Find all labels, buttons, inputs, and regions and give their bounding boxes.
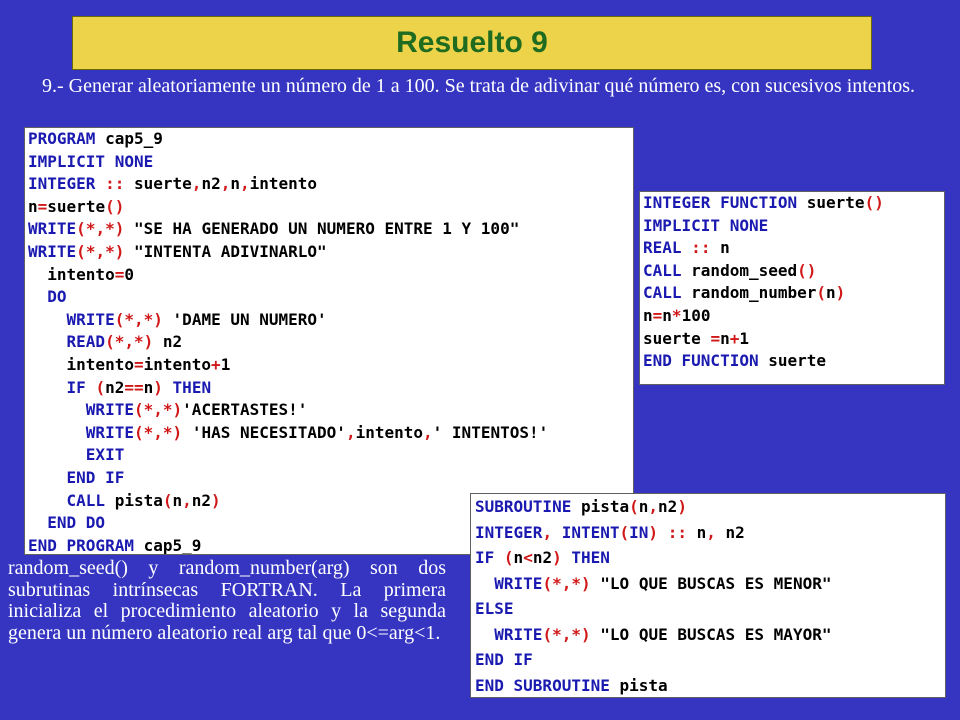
- function-suerte-code: INTEGER FUNCTION suerte() IMPLICIT NONE RE…: [643, 192, 944, 373]
- code-line: INTEGER :: suerte,n2,n,intento: [28, 174, 318, 194]
- code-line: n=n*100: [643, 305, 711, 325]
- code-line: suerte =n+1: [643, 328, 749, 348]
- main-program-code-box: PROGRAM cap5_9IMPLICIT NONEINTEGER :: su…: [24, 127, 634, 555]
- code-line: END SUBROUTINE pista: [475, 675, 668, 695]
- code-line: END FUNCTION suerte: [643, 351, 827, 371]
- code-line: READ(*,*) n2: [66, 332, 183, 352]
- intrinsic-subroutines-note: random_seed() y random_number(arg) son d…: [8, 557, 446, 644]
- code-line: WRITE(*,*) "LO QUE BUSCAS ES MENOR": [494, 573, 832, 593]
- code-line: SUBROUTINE pista(n,n2): [475, 497, 687, 516]
- page-title: Resuelto 9: [396, 26, 548, 59]
- code-line: INTEGER, INTENT(IN) :: n, n2: [475, 522, 745, 542]
- code-line: CALL random_number(n): [643, 283, 846, 303]
- code-line: ELSE: [475, 599, 514, 618]
- code-line: CALL random_seed(): [643, 260, 817, 280]
- problem-statement: 9.- Generar aleatoriamente un número de …: [42, 75, 916, 97]
- code-line: WRITE(*,*)'ACERTASTES!': [85, 400, 308, 420]
- code-line: IMPLICIT NONE: [643, 215, 769, 235]
- subroutine-pista-code: SUBROUTINE pista(n,n2) INTEGER, INTENT(IN…: [475, 494, 945, 697]
- code-line: PROGRAM cap5_9: [28, 129, 163, 148]
- function-suerte-code-box: INTEGER FUNCTION suerte() IMPLICIT NONE RE…: [639, 191, 945, 385]
- code-line: INTEGER FUNCTION suerte(): [643, 193, 884, 212]
- code-line: WRITE(*,*) "SE HA GENERADO UN NUMERO ENT…: [28, 219, 520, 239]
- code-line: intento=intento+1: [28, 354, 231, 374]
- code-line: WRITE(*,*) "INTENTA ADIVINARLO": [28, 241, 327, 261]
- code-line: EXIT: [85, 445, 125, 465]
- code-line: WRITE(*,*) "LO QUE BUSCAS ES MAYOR": [494, 624, 832, 644]
- main-program-code: PROGRAM cap5_9IMPLICIT NONEINTEGER :: su…: [28, 128, 633, 554]
- code-line: DO: [47, 287, 67, 307]
- title-banner: Resuelto 9: [72, 16, 872, 70]
- code-line: WRITE(*,*) 'HAS NECESITADO',intento,' IN…: [85, 422, 549, 442]
- code-line: IMPLICIT NONE: [28, 151, 154, 171]
- code-line: END IF: [475, 650, 533, 669]
- code-line: IF (n2==n) THEN: [66, 377, 212, 397]
- code-line: WRITE(*,*) 'DAME UN NUMERO': [66, 309, 327, 329]
- subroutine-pista-code-box: SUBROUTINE pista(n,n2) INTEGER, INTENT(IN…: [470, 493, 946, 698]
- code-line: intento=0: [28, 264, 134, 284]
- code-line: END IF: [66, 467, 125, 487]
- code-line: REAL :: n: [643, 238, 730, 258]
- code-line: n=suerte(): [28, 196, 125, 216]
- code-line: IF (n<n2) THEN: [475, 548, 610, 567]
